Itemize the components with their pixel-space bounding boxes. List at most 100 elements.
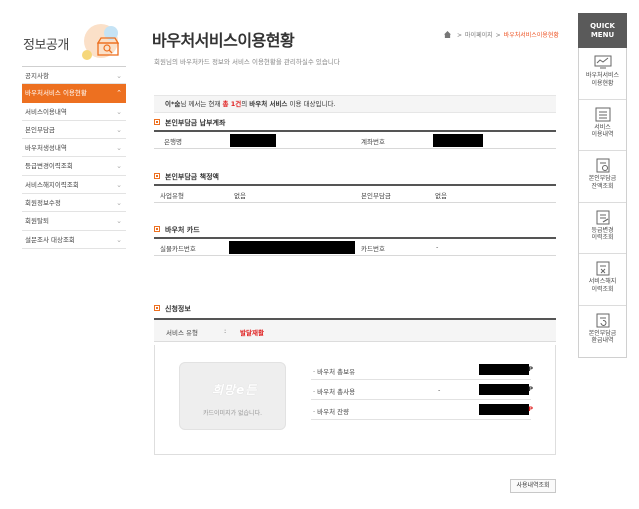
quick-item-copay-balance[interactable]: 본인부담금 잔액조회 [579,151,626,203]
sidebar-item-label: 공지사항 [25,72,49,80]
chevron-down-icon: ⌄ [116,199,122,208]
info-box-icon [96,37,120,56]
usage-history-button[interactable]: 사용내역조회 [510,479,556,493]
sidebar-item-service-history[interactable]: 서비스이용내역 ⌄ [22,103,126,121]
sidebar: 정보공개 공지사항 ⌄ 바우처서비스 이용현황 ⌃ 서비스이용내역 ⌄ 본인부담금 ⌄ … [22,22,126,249]
service-type-value: 발달재활 [240,329,264,337]
page-title: 바우처서비스이용현황 [152,31,295,50]
voucher-total-unit: P [528,365,533,373]
quick-item-label: 잔액조회 [591,182,614,190]
chevron-down-icon: ⌄ [116,235,122,244]
sidebar-item-edit-member[interactable]: 회원정보수정 ⌄ [22,194,126,213]
section-bullet-icon [154,305,160,311]
quick-item-grade-history[interactable]: 등급변경 이력조회 [579,203,626,254]
chart-icon [594,55,611,69]
quick-item-service-history[interactable]: 서비스 이용내역 [579,100,626,151]
sidebar-item-label: 바우처생성내역 [25,144,67,153]
card-empty-text: 카드이미지가 없습니다. [202,410,262,417]
refund-icon [596,313,609,327]
sidebar-item-voucher-creation[interactable]: 바우처생성내역 ⌄ [22,139,126,158]
section-title-voucher-card: 바우처 카드 [154,225,200,235]
quick-item-label: 서비스해지 [588,278,617,285]
business-type-label: 사업유형 [160,192,184,200]
list-icon [595,107,610,121]
breadcrumb-separator: > [495,32,501,39]
chevron-down-icon: ⌄ [116,180,122,189]
chevron-up-icon: ⌃ [116,89,122,98]
home-icon[interactable] [444,31,451,38]
breadcrumb: > 마이페이지 > 바우처서비스이용현황 [444,30,560,39]
quick-item-label: 등급변경 [591,226,614,234]
sidebar-title: 정보공개 [23,38,69,53]
sidebar-item-label: 서비스이용내역 [25,107,67,116]
actual-card-label: 실물카드번호 [160,245,196,253]
redacted-bank [230,134,276,147]
chevron-down-icon: ⌄ [116,107,122,116]
card-number-value: - [436,243,439,251]
section-title-copay-amount: 본인부담금 책정액 [154,172,219,182]
quick-item-termination-history[interactable]: 서비스해지 이력조회 [579,254,626,306]
decoration-circle [82,50,92,60]
chevron-down-icon: ⌄ [116,72,122,80]
sidebar-item-label: 회원정보수정 [25,199,61,208]
quick-item-label: 이용내역 [591,131,614,138]
sidebar-item-copay[interactable]: 본인부담금 ⌄ [22,121,126,140]
payment-account-row: 은행명 계좌번호 [154,130,556,149]
sidebar-item-label: 본인부담금 [25,125,55,134]
sidebar-item-withdraw[interactable]: 회원탈퇴 ⌄ [22,212,126,231]
member-name: 이*숨 [165,100,181,108]
page-subtitle: 회원님의 바우처카드 정보와 서비스 이용현황을 관리하실수 있습니다 [154,58,340,66]
quick-item-label: 서비스 [594,123,611,131]
service-type-bar: 서비스 유형 : 발달재활 [154,318,556,342]
voucher-used-unit: P [528,385,533,393]
service-type-colon: : [224,327,227,335]
copay-label: 본인부담금 [361,192,391,200]
quick-item-copay-refund[interactable]: 본인부담금 환급내역 [579,306,626,358]
copay-value: 없음 [435,192,447,200]
voucher-summary-box: 희망e든 카드이미지가 없습니다. · 바우처 총보유 P · 바우처 총사용 … [154,345,556,455]
notice-text: 이용 대상입니다. [289,100,336,108]
sidebar-header: 정보공개 [22,22,126,64]
quick-item-voucher-status[interactable]: 바우처서비스 이용현황 [579,48,626,100]
quick-menu: QUICK MENU 바우처서비스 이용현황 서비스 이용내역 본인부담금 잔액… [578,13,627,358]
quick-item-label: 이용현황 [591,79,614,87]
quick-menu-header: QUICK MENU [578,13,627,48]
sidebar-item-notice[interactable]: 공지사항 ⌄ [22,66,126,85]
quick-item-label: 이력조회 [591,285,614,293]
sidebar-item-label: 등급변경이력조회 [25,162,73,171]
quick-item-label: 바우처서비스 [585,72,620,79]
sidebar-item-label: 서비스해지이력조회 [25,180,79,189]
voucher-used-row: · 바우처 총사용 - P [311,381,533,400]
bank-label: 은행명 [164,138,182,146]
notice-text: 의 [241,100,248,108]
voucher-total-label: · 바우처 총보유 [313,368,356,376]
redacted-voucher-used [479,384,529,395]
sidebar-item-voucher-status[interactable]: 바우처서비스 이용현황 ⌃ [22,84,126,103]
notice-text: 님 께서는 현재 [180,100,221,108]
quick-menu-list: 바우처서비스 이용현황 서비스 이용내역 본인부담금 잔액조회 등급변경 이력조… [578,48,627,358]
card-image-placeholder: 희망e든 카드이미지가 없습니다. [179,362,286,430]
cancel-doc-icon [596,261,609,276]
chevron-down-icon: ⌄ [116,125,122,134]
card-number-label: 카드번호 [361,245,385,253]
quick-item-label: 본인부담금 [588,329,617,337]
section-title-payment-account: 본인부담금 납부계좌 [154,118,225,128]
sidebar-item-survey[interactable]: 설문조사 대상조회 ⌄ [22,231,126,249]
sidebar-item-grade-history[interactable]: 등급변경이력조회 ⌄ [22,157,126,176]
redacted-account [433,134,483,147]
voucher-total-row: · 바우처 총보유 P [311,361,533,380]
status-notice: 이*숨님 께서는 현재 총 1건의 바우처 서비스 이용 대상입니다. [154,95,556,113]
quick-item-label: 환급내역 [591,337,614,344]
redacted-voucher-total [479,364,529,375]
balance-icon [596,158,609,173]
service-name: 바우처 서비스 [249,100,288,108]
quick-menu-title: QUICK [590,22,615,30]
card-logo: 희망e든 [212,383,258,397]
breadcrumb-mypage[interactable]: 마이페이지 [465,32,493,39]
service-type-label: 서비스 유형 [166,329,198,337]
quick-item-label: 본인부담금 [588,175,617,182]
voucher-balance-unit: P [528,405,533,413]
sidebar-item-termination-history[interactable]: 서비스해지이력조회 ⌄ [22,176,126,195]
chevron-down-icon: ⌄ [116,144,122,153]
redacted-actual-card [229,241,355,254]
